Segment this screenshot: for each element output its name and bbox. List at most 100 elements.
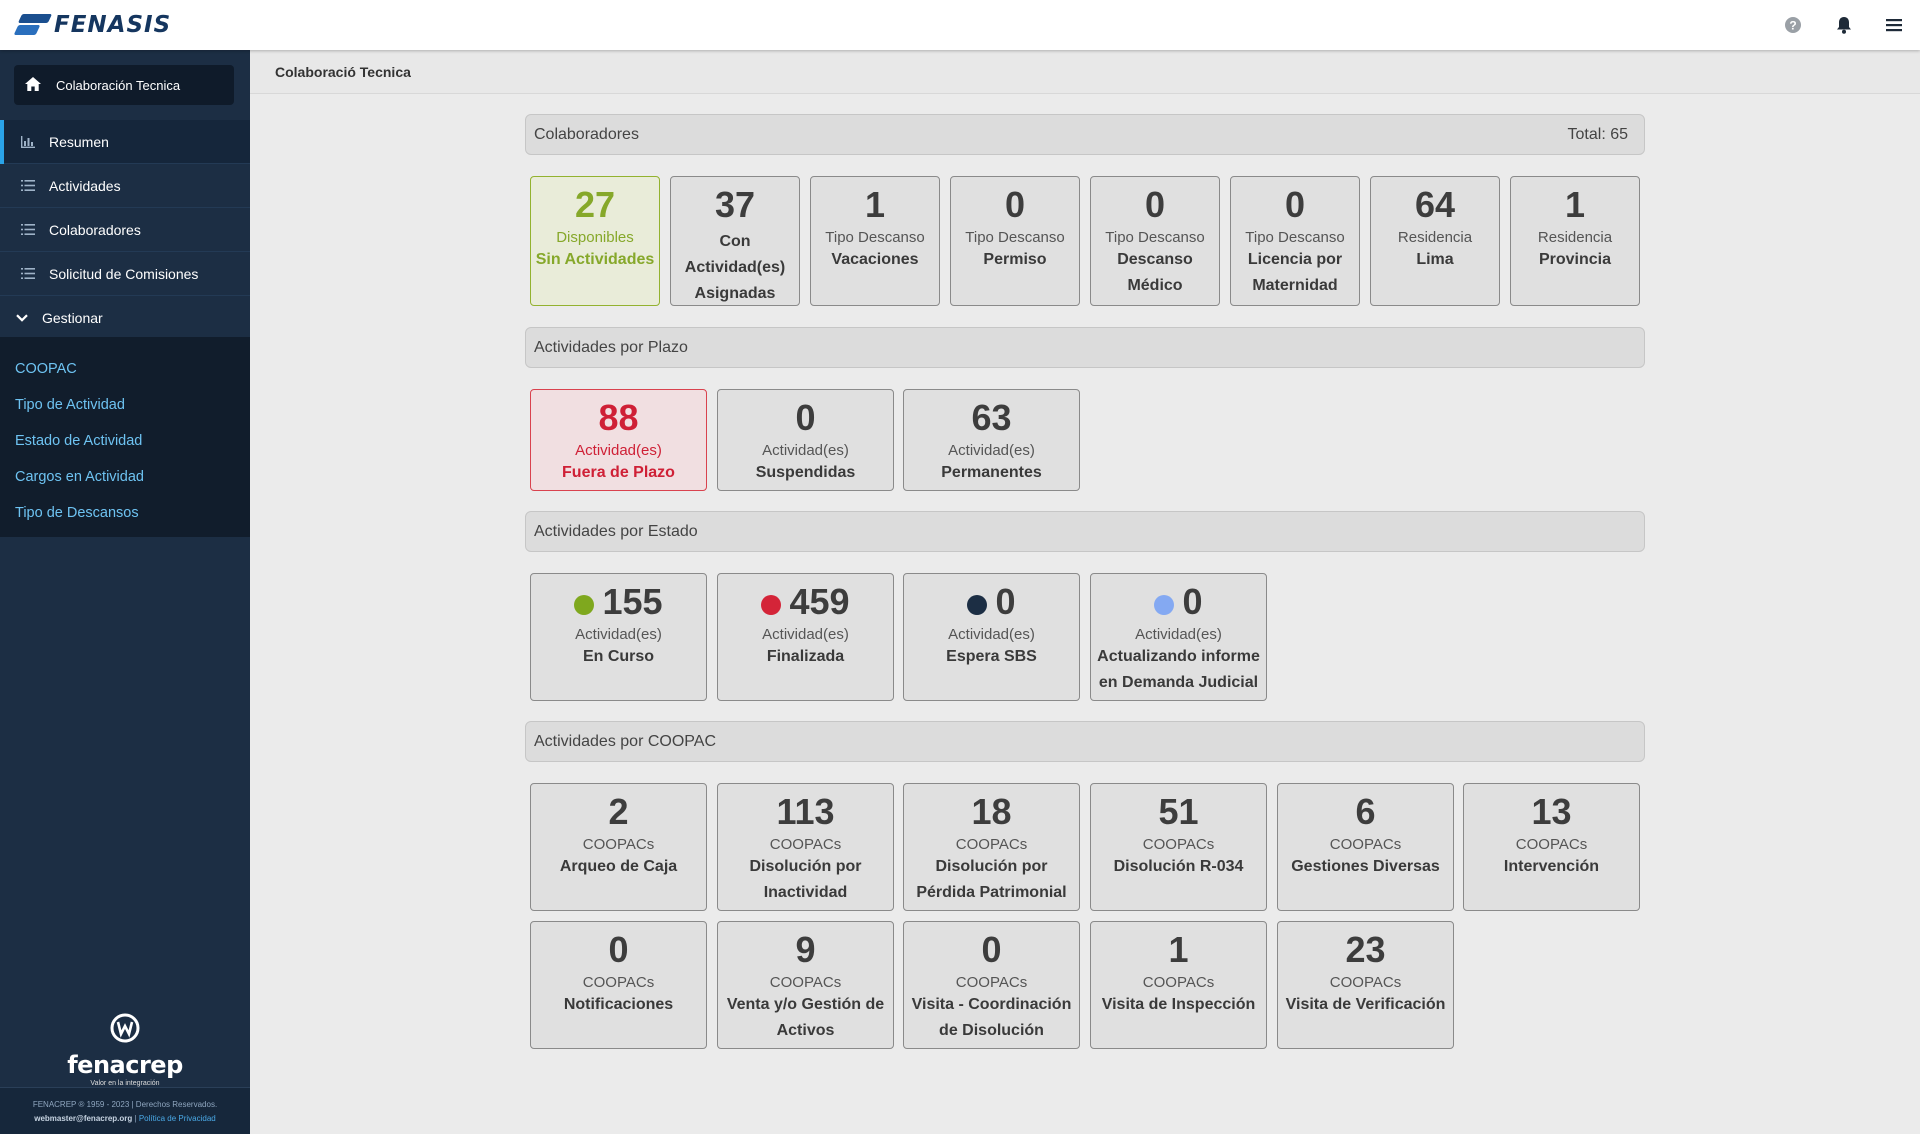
card-value: 155 xyxy=(602,581,663,622)
card-label: Actividad(es) xyxy=(948,626,1035,643)
submenu-item-tipo-descansos[interactable]: Tipo de Descansos xyxy=(0,495,250,531)
stat-card-espera-sbs[interactable]: 0 Actividad(es) Espera SBS xyxy=(903,573,1080,701)
card-label: COOPACs xyxy=(1142,974,1215,991)
card-value: 113 xyxy=(776,791,835,832)
section-title: Colaboradores xyxy=(534,125,639,143)
coopac-card-notificaciones[interactable]: 0 COOPACs Notificaciones xyxy=(530,921,707,1049)
list-icon xyxy=(21,268,37,279)
card-value: 18 xyxy=(971,791,1012,832)
card-title: Suspendidas xyxy=(755,464,856,481)
card-value: 88 xyxy=(598,397,639,438)
coopac-card-gestiones-diversas[interactable]: 6 COOPACs Gestiones Diversas xyxy=(1277,783,1454,911)
card-value: 64 xyxy=(1414,184,1456,225)
stat-card-demanda-judicial[interactable]: 0 Actividad(es) Actualizando informe en … xyxy=(1090,573,1267,701)
card-label: Residencia xyxy=(1397,229,1473,246)
card-value: 0 xyxy=(1284,184,1306,225)
stat-card-residencia-provincia[interactable]: 1 Residencia Provincia xyxy=(1510,176,1640,306)
coopac-card-disolucion-inactividad[interactable]: 113 COOPACs Disolución por Inactividad xyxy=(717,783,894,911)
stat-card-descanso-medico[interactable]: 0 Tipo Descanso Descanso Médico xyxy=(1090,176,1220,306)
card-label: COOPACs xyxy=(1329,836,1402,853)
card-value: 1 xyxy=(1168,929,1189,970)
section-title: Actividades por Plazo xyxy=(534,338,688,356)
card-label: Actividad(es) xyxy=(1135,626,1222,643)
bell-icon[interactable] xyxy=(1836,16,1852,34)
sidebar-item-label: Resumen xyxy=(49,133,109,150)
stat-card-suspendidas[interactable]: 0 Actividad(es) Suspendidas xyxy=(717,389,894,491)
card-value: 459 xyxy=(789,581,850,622)
card-title: Disolución por Pérdida Patrimonial xyxy=(916,858,1067,901)
card-value: 0 xyxy=(1004,184,1026,225)
card-value: 27 xyxy=(574,184,616,225)
submenu-item-estado-actividad[interactable]: Estado de Actividad xyxy=(0,423,250,459)
stat-card-fuera-de-plazo[interactable]: 88 Actividad(es) Fuera de Plazo xyxy=(530,389,707,491)
stat-card-con-actividades[interactable]: 37 Con Actividad(es) Asignadas xyxy=(670,176,800,306)
card-value: 0 xyxy=(608,929,629,970)
card-title: Finalizada xyxy=(766,648,845,665)
stat-card-residencia-lima[interactable]: 64 Residencia Lima xyxy=(1370,176,1500,306)
webmaster-email[interactable]: webmaster@fenacrep.org xyxy=(34,1114,132,1123)
gestionar-submenu: COOPAC Tipo de Actividad Estado de Activ… xyxy=(0,337,250,537)
card-value: 23 xyxy=(1345,929,1386,970)
stat-card-licencia-maternidad[interactable]: 0 Tipo Descanso Licencia por Maternidad xyxy=(1230,176,1360,306)
fenasis-logo[interactable]: FENASIS xyxy=(13,12,171,38)
submenu-item-coopac[interactable]: COOPAC xyxy=(0,351,250,387)
card-title: Visita de Inspección xyxy=(1101,996,1256,1013)
status-dot-lightblue-icon xyxy=(1154,595,1175,615)
sidebar-menu: Resumen Actividades Colaboradores Solici… xyxy=(0,120,250,340)
coopac-card-venta-gestion-activos[interactable]: 9 COOPACs Venta y/o Gestión de Activos xyxy=(717,921,894,1049)
status-dot-navy-icon xyxy=(967,595,988,615)
card-value: 2 xyxy=(608,791,629,832)
card-label: COOPACs xyxy=(955,836,1028,853)
coopac-card-visita-inspeccion[interactable]: 1 COOPACs Visita de Inspección xyxy=(1090,921,1267,1049)
card-title: En Curso xyxy=(582,648,655,665)
section-title: Actividades por COOPAC xyxy=(534,732,716,750)
stat-card-vacaciones[interactable]: 1 Tipo Descanso Vacaciones xyxy=(810,176,940,306)
stat-card-permiso[interactable]: 0 Tipo Descanso Permiso xyxy=(950,176,1080,306)
card-title: Licencia por Maternidad xyxy=(1247,251,1343,294)
coopac-card-visita-verificacion[interactable]: 23 COOPACs Visita de Verificación xyxy=(1277,921,1454,1049)
fenacrep-name: fenacrep xyxy=(67,1051,183,1079)
sidebar-group-gestionar[interactable]: Gestionar xyxy=(0,296,250,340)
section-colaboradores-header: Colaboradores Total: 65 xyxy=(525,114,1645,155)
sidebar-item-colaboradores[interactable]: Colaboradores xyxy=(0,208,250,252)
submenu-item-cargos-actividad[interactable]: Cargos en Actividad xyxy=(0,459,250,495)
stat-card-finalizada[interactable]: 459 Actividad(es) Finalizada xyxy=(717,573,894,701)
sidebar: Colaboración Tecnica Resumen Actividades… xyxy=(0,50,250,1134)
section-plazo-header: Actividades por Plazo xyxy=(525,327,1645,368)
copyright-text: FENACREP ® 1959 - 2023 | Derechos Reserv… xyxy=(32,1100,218,1109)
card-value: 0 xyxy=(981,929,1002,970)
card-title: Permiso xyxy=(983,251,1047,268)
coopac-card-disolucion-perdida[interactable]: 18 COOPACs Disolución por Pérdida Patrim… xyxy=(903,783,1080,911)
card-value: 9 xyxy=(795,929,816,970)
breadcrumb-title: Colaboració Tecnica xyxy=(275,63,411,80)
card-title: Permanentes xyxy=(941,464,1042,481)
card-label: Actividad(es) xyxy=(762,442,849,459)
stat-card-en-curso[interactable]: 155 Actividad(es) En Curso xyxy=(530,573,707,701)
sidebar-item-solicitud-comisiones[interactable]: Solicitud de Comisiones xyxy=(0,252,250,296)
section-estado-header: Actividades por Estado xyxy=(525,511,1645,552)
sidebar-item-actividades[interactable]: Actividades xyxy=(0,164,250,208)
coopac-card-disolucion-r034[interactable]: 51 COOPACs Disolución R-034 xyxy=(1090,783,1267,911)
privacy-policy-link[interactable]: Política de Privacidad xyxy=(139,1114,216,1123)
status-dot-green-icon xyxy=(574,595,595,615)
list-icon xyxy=(21,224,37,235)
section-title: Actividades por Estado xyxy=(534,522,698,540)
help-icon[interactable]: ? xyxy=(1784,16,1802,34)
hamburger-icon[interactable] xyxy=(1886,18,1902,32)
submenu-item-tipo-actividad[interactable]: Tipo de Actividad xyxy=(0,387,250,423)
stat-card-permanentes[interactable]: 63 Actividad(es) Permanentes xyxy=(903,389,1080,491)
card-label: COOPACs xyxy=(769,974,842,991)
card-value: 1 xyxy=(864,184,886,225)
total-count: Total: 65 xyxy=(1567,125,1628,143)
sidebar-item-resumen[interactable]: Resumen xyxy=(0,120,250,164)
list-icon xyxy=(21,180,37,191)
coopac-card-arqueo-caja[interactable]: 2 COOPACs Arqueo de Caja xyxy=(530,783,707,911)
card-value: 13 xyxy=(1531,791,1572,832)
coopac-card-intervencion[interactable]: 13 COOPACs Intervención xyxy=(1463,783,1640,911)
card-label: Actividad(es) xyxy=(575,626,662,643)
card-label: Tipo Descanso xyxy=(965,229,1065,246)
coopac-card-visita-coordinacion[interactable]: 0 COOPACs Visita - Coordinación de Disol… xyxy=(903,921,1080,1049)
sidebar-module-header[interactable]: Colaboración Tecnica xyxy=(14,65,234,105)
stat-card-disponibles[interactable]: 27 Disponibles Sin Actividades xyxy=(530,176,660,306)
logo-mark-icon xyxy=(13,12,53,38)
